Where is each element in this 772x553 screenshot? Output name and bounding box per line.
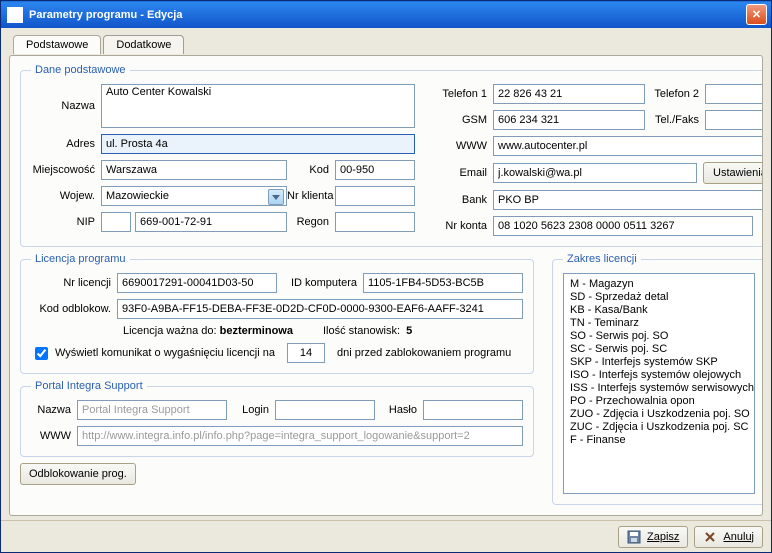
label-www: WWW bbox=[433, 140, 493, 152]
input-client-no[interactable] bbox=[335, 186, 415, 206]
tab-extra[interactable]: Dodatkowe bbox=[103, 35, 184, 54]
client-area: Podstawowe Dodatkowe Dane podstawowe Naz… bbox=[1, 28, 771, 520]
label-notify-suffix: dni przed zablokowaniem programu bbox=[337, 347, 511, 359]
label-notify-prefix: Wyświetl komunikat o wygaśnięciu licencj… bbox=[55, 347, 275, 359]
label-valid-prefix: Licencja ważna do: bbox=[123, 325, 217, 337]
input-portal-name bbox=[77, 400, 227, 420]
input-nip[interactable] bbox=[135, 212, 287, 232]
save-icon bbox=[627, 530, 641, 544]
input-account[interactable] bbox=[493, 216, 753, 236]
label-login: Login bbox=[227, 404, 275, 416]
scope-item[interactable]: TN - Teminarz bbox=[570, 317, 754, 330]
tab-basic[interactable]: Podstawowe bbox=[13, 35, 101, 54]
button-crm-settings[interactable]: Ustawienia CRM bbox=[703, 162, 763, 184]
group-scope-legend: Zakres licencji bbox=[563, 253, 641, 265]
group-portal-legend: Portal Integra Support bbox=[31, 380, 147, 392]
label-password: Hasło bbox=[375, 404, 423, 416]
scope-item[interactable]: F - Finanse bbox=[570, 434, 754, 447]
scope-item[interactable]: ZUC - Zdjęcia i Uszkodzenia poj. SC bbox=[570, 421, 754, 434]
label-lic-no: Nr licencji bbox=[31, 277, 117, 289]
button-cancel-label: Anuluj bbox=[723, 531, 754, 543]
input-phone1[interactable] bbox=[493, 84, 645, 104]
button-cancel[interactable]: Anuluj bbox=[694, 526, 763, 548]
app-icon bbox=[7, 7, 23, 23]
window: Parametry programu - Edycja ✕ Podstawowe… bbox=[0, 0, 772, 553]
group-portal: Portal Integra Support Nazwa Login Hasło bbox=[20, 380, 534, 457]
group-license: Licencja programu Nr licencji ID kompute… bbox=[20, 253, 534, 374]
select-voivodeship[interactable] bbox=[101, 186, 287, 206]
label-name: Nazwa bbox=[31, 100, 101, 112]
scope-item[interactable]: ISO - Interfejs systemów olejowych bbox=[570, 369, 754, 382]
scope-item[interactable]: ISS - Interfejs systemów serwisowych bbox=[570, 382, 754, 395]
input-gsm[interactable] bbox=[493, 110, 645, 130]
button-unlock-prog[interactable]: Odblokowanie prog. bbox=[20, 463, 136, 485]
checkbox-notify[interactable] bbox=[35, 347, 48, 360]
scope-item[interactable]: SKP - Interfejs systemów SKP bbox=[570, 356, 754, 369]
scope-item[interactable]: SD - Sprzedaż detal bbox=[570, 291, 754, 304]
input-unlock-code[interactable] bbox=[117, 299, 523, 319]
scope-item[interactable]: SC - Serwis poj. SC bbox=[570, 343, 754, 356]
input-name[interactable]: Auto Center Kowalski bbox=[101, 84, 415, 128]
label-nip: NIP bbox=[31, 216, 101, 228]
input-zip[interactable] bbox=[335, 160, 415, 180]
input-www[interactable] bbox=[493, 136, 763, 156]
group-basic: Dane podstawowe Nazwa Auto Center Kowals… bbox=[20, 64, 763, 247]
close-button[interactable]: ✕ bbox=[746, 4, 767, 25]
scope-item[interactable]: KB - Kasa/Bank bbox=[570, 304, 754, 317]
button-save-label: Zapisz bbox=[647, 531, 679, 543]
input-lic-no[interactable] bbox=[117, 273, 277, 293]
label-address: Adres bbox=[31, 138, 101, 150]
scope-item[interactable]: ZUO - Zdjęcia i Uszkodzenia poj. SO bbox=[570, 408, 754, 421]
value-seats: 5 bbox=[406, 325, 412, 337]
button-save[interactable]: Zapisz bbox=[618, 526, 688, 548]
label-voivodeship: Wojew. bbox=[31, 190, 101, 202]
bottombar: Zapisz Anuluj bbox=[1, 520, 771, 552]
tabpage-basic: Dane podstawowe Nazwa Auto Center Kowals… bbox=[9, 55, 763, 516]
group-license-legend: Licencja programu bbox=[31, 253, 130, 265]
input-nip-prefix[interactable] bbox=[101, 212, 131, 232]
label-bank: Bank bbox=[433, 194, 493, 206]
label-email: Email bbox=[433, 167, 493, 179]
scope-item[interactable]: M - Magazyn bbox=[570, 278, 754, 291]
label-client-no: Nr klienta bbox=[287, 190, 335, 202]
input-comp-id[interactable] bbox=[363, 273, 523, 293]
label-phone2: Telefon 2 bbox=[645, 88, 705, 100]
label-regon: Regon bbox=[287, 216, 335, 228]
label-zip: Kod bbox=[287, 164, 335, 176]
input-login[interactable] bbox=[275, 400, 375, 420]
label-portal-www: WWW bbox=[31, 430, 77, 442]
input-email[interactable] bbox=[493, 163, 697, 183]
input-phone2[interactable] bbox=[705, 84, 763, 104]
group-scope: Zakres licencji M - MagazynSD - Sprzedaż… bbox=[552, 253, 763, 505]
label-unlock-code: Kod odblokow. bbox=[31, 303, 117, 315]
scope-item[interactable]: SO - Serwis poj. SO bbox=[570, 330, 754, 343]
window-title: Parametry programu - Edycja bbox=[29, 9, 746, 21]
group-basic-legend: Dane podstawowe bbox=[31, 64, 130, 76]
value-valid: bezterminowa bbox=[220, 325, 293, 337]
label-comp-id: ID komputera bbox=[277, 277, 363, 289]
label-telfax: Tel./Faks bbox=[645, 114, 705, 126]
titlebar: Parametry programu - Edycja ✕ bbox=[1, 1, 771, 28]
label-account: Nr konta bbox=[433, 220, 493, 232]
input-portal-www bbox=[77, 426, 523, 446]
label-phone1: Telefon 1 bbox=[433, 88, 493, 100]
label-portal-name: Nazwa bbox=[31, 404, 77, 416]
input-password[interactable] bbox=[423, 400, 523, 420]
cancel-icon bbox=[703, 530, 717, 544]
input-city[interactable] bbox=[101, 160, 287, 180]
input-notify-days[interactable] bbox=[287, 343, 325, 363]
label-seats-prefix: Ilość stanowisk: bbox=[323, 325, 400, 337]
input-bank[interactable] bbox=[493, 190, 763, 210]
input-regon[interactable] bbox=[335, 212, 415, 232]
input-telfax[interactable] bbox=[705, 110, 763, 130]
label-city: Miejscowość bbox=[31, 164, 101, 176]
input-address[interactable] bbox=[101, 134, 415, 154]
label-gsm: GSM bbox=[433, 114, 493, 126]
scope-list[interactable]: M - MagazynSD - Sprzedaż detalKB - Kasa/… bbox=[563, 273, 755, 494]
scope-item[interactable]: PO - Przechowalnia opon bbox=[570, 395, 754, 408]
tabs: Podstawowe Dodatkowe bbox=[13, 34, 763, 53]
